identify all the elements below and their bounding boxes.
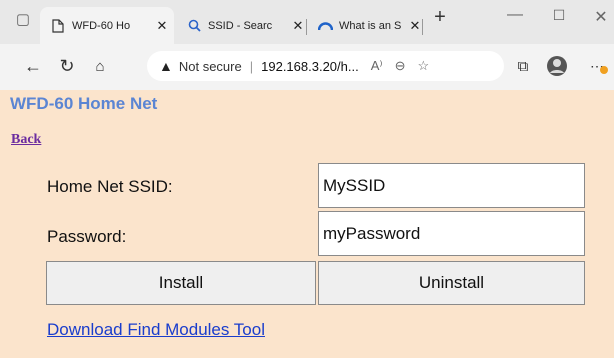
avatar[interactable] xyxy=(545,54,569,78)
tab-divider xyxy=(422,19,423,35)
tab-title: SSID - Searc xyxy=(208,19,273,32)
page-title: WFD-60 Home Net xyxy=(10,94,158,113)
home-icon[interactable]: ⌂ xyxy=(88,54,112,78)
edge-icon xyxy=(317,18,333,34)
download-tool-link[interactable]: Download Find Modules Tool xyxy=(47,320,265,340)
close-icon[interactable]: ✕ xyxy=(154,18,170,34)
new-tab-button[interactable]: + xyxy=(425,6,455,29)
tab-bar: ▢ WFD-60 Ho ✕ SSID - Searc ✕ What is an … xyxy=(0,0,614,44)
tab-title: WFD-60 Ho xyxy=(72,19,131,32)
back-link[interactable]: Back xyxy=(11,132,41,148)
collections-icon[interactable]: ⧉ xyxy=(511,54,535,78)
favorites-icon[interactable]: ☆ xyxy=(418,58,430,74)
url-text: 192.168.3.20/h... xyxy=(261,58,359,74)
refresh-icon[interactable]: ↻ xyxy=(55,54,79,78)
security-label: Not secure xyxy=(178,58,242,74)
zoom-icon[interactable]: ⊖ xyxy=(395,58,406,74)
read-aloud-icon[interactable]: A⁾ xyxy=(371,58,383,74)
search-icon xyxy=(186,18,202,34)
tab-title: What is an S xyxy=(339,19,402,32)
page-icon xyxy=(50,18,66,34)
tab-wfd60[interactable]: WFD-60 Ho ✕ xyxy=(40,7,174,44)
minimize-icon[interactable]: — xyxy=(500,6,530,24)
address-row: ← ↻ ⌂ ▲ Not secure | 192.168.3.20/h... A… xyxy=(0,44,614,90)
address-bar[interactable]: ▲ Not secure | 192.168.3.20/h... A⁾ ⊖ ☆ xyxy=(147,51,504,81)
page-content: WFD-60 Home Net Back Home Net SSID: Pass… xyxy=(0,90,614,358)
notification-badge xyxy=(600,66,608,74)
warning-icon[interactable]: ▲ xyxy=(159,58,173,74)
ssid-label: Home Net SSID: xyxy=(47,177,173,196)
install-button[interactable]: Install xyxy=(46,261,316,305)
password-input[interactable] xyxy=(318,211,585,256)
maximize-icon[interactable]: ☐ xyxy=(544,7,574,24)
tab-actions-icon[interactable]: ▢ xyxy=(8,10,38,28)
browser-chrome: ▢ WFD-60 Ho ✕ SSID - Searc ✕ What is an … xyxy=(0,0,614,90)
close-icon[interactable]: ✕ xyxy=(290,18,306,34)
ssid-input[interactable] xyxy=(318,163,585,208)
back-arrow-icon[interactable]: ← xyxy=(21,54,45,78)
close-icon[interactable]: ✕ xyxy=(407,18,423,34)
password-label: Password: xyxy=(47,227,127,246)
close-window-icon[interactable]: ✕ xyxy=(586,7,614,27)
tab-ssid-search[interactable]: SSID - Searc ✕ xyxy=(176,7,306,44)
uninstall-button[interactable]: Uninstall xyxy=(318,261,585,305)
address-divider: | xyxy=(249,58,254,74)
tab-what-is[interactable]: What is an S ✕ xyxy=(307,7,427,44)
